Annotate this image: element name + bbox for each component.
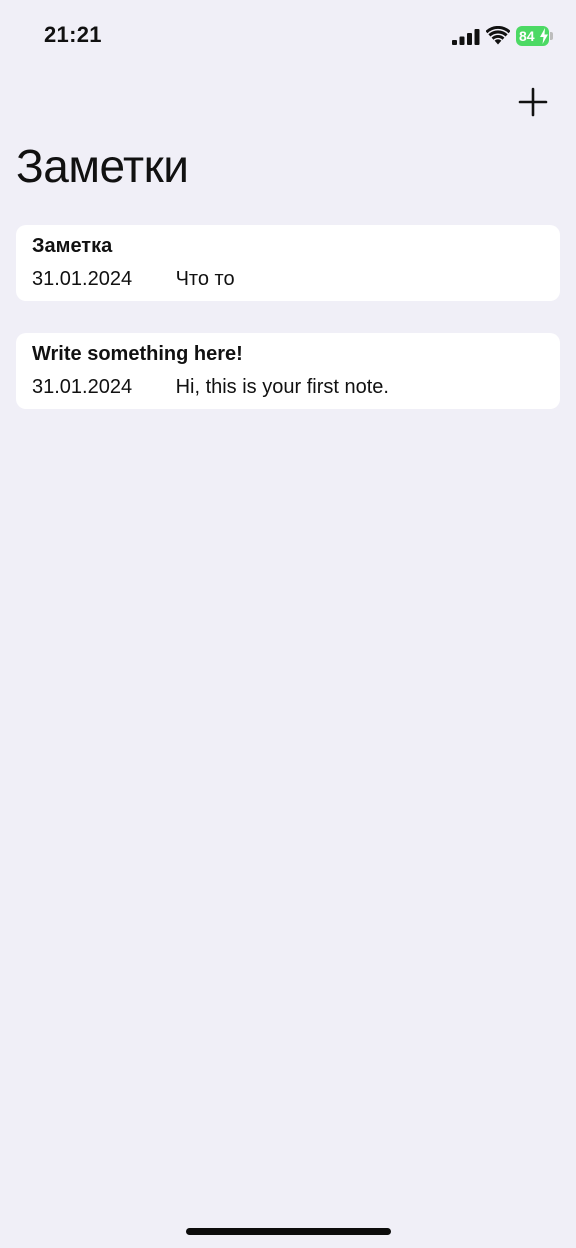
battery-level: 84	[519, 28, 535, 44]
note-title: Заметка	[32, 235, 113, 257]
wifi-icon	[486, 26, 510, 45]
note-meta: 31.01.2024 Что то	[32, 266, 544, 292]
page-title: Заметки	[16, 140, 189, 192]
note-preview: Что то	[175, 268, 235, 290]
note-preview: Hi, this is your first note.	[175, 376, 389, 398]
note-card[interactable]: Write something here! 31.01.2024 Hi, thi…	[16, 333, 560, 409]
home-indicator[interactable]	[186, 1228, 391, 1235]
cellular-signal-icon	[452, 29, 480, 45]
charging-bolt-icon	[540, 28, 548, 44]
battery-cap	[550, 32, 553, 40]
note-date: 31.01.2024	[32, 268, 133, 290]
note-card[interactable]: Заметка 31.01.2024 Что то	[16, 225, 560, 301]
status-bar: 21:21 84	[0, 0, 576, 70]
status-time: 21:21	[44, 22, 102, 47]
note-date: 31.01.2024	[32, 376, 133, 398]
note-title: Write something here!	[32, 343, 243, 365]
note-meta: 31.01.2024 Hi, this is your first note.	[32, 374, 544, 400]
add-note-button[interactable]	[512, 84, 556, 124]
plus-icon	[518, 87, 548, 117]
battery-indicator: 84	[516, 26, 554, 46]
